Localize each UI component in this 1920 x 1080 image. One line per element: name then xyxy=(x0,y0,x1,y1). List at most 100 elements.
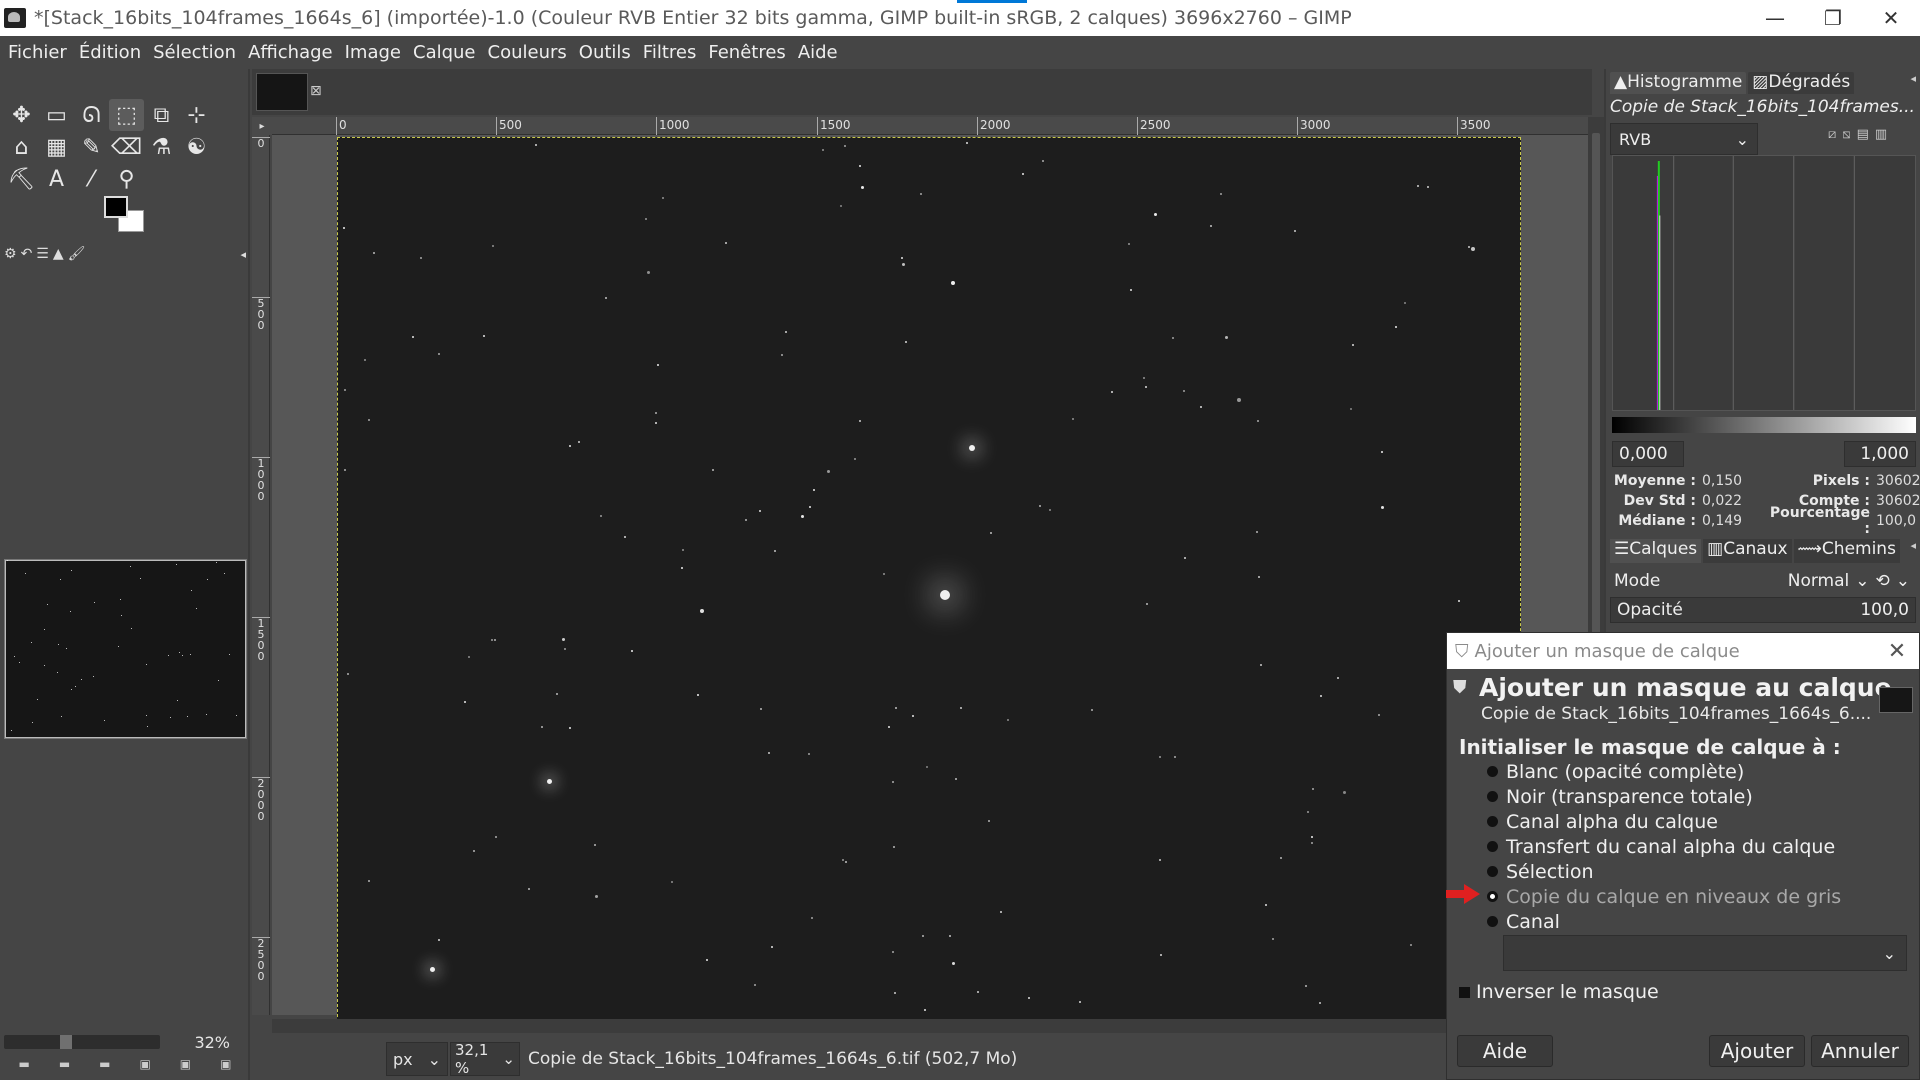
option-selection[interactable]: Sélection xyxy=(1487,859,1907,884)
range-min-input[interactable]: 0,000 xyxy=(1612,441,1684,467)
option-transfer-alpha[interactable]: Transfert du canal alpha du calque xyxy=(1487,834,1907,859)
navigation-view-rect[interactable] xyxy=(5,560,246,738)
invert-mask-checkbox[interactable]: Inverser le masque xyxy=(1459,981,1659,1003)
zoom-out-icon[interactable]: ▬ xyxy=(18,1057,29,1071)
transform-tool-icon[interactable]: ⊹ xyxy=(179,99,214,131)
option-white[interactable]: Blanc (opacité complète) xyxy=(1487,759,1907,784)
radio-button[interactable] xyxy=(1487,866,1498,877)
fg-bg-colors[interactable] xyxy=(104,196,146,236)
dock-config-icon[interactable]: ◂ xyxy=(240,248,246,261)
log-scale-icon[interactable]: ⧅ xyxy=(1842,127,1850,142)
brushes-tab-icon[interactable]: 🖌 xyxy=(68,246,86,262)
images-tab-icon[interactable]: ☰ xyxy=(36,246,49,262)
option-black[interactable]: Noir (transparence totale) xyxy=(1487,784,1907,809)
menu-outils[interactable]: Outils xyxy=(573,42,637,63)
add-button[interactable]: Ajouter xyxy=(1709,1035,1805,1067)
mode-select[interactable]: Normal ⌄ ⟲ ⌄ xyxy=(1788,571,1916,591)
rect-select-tool-icon[interactable]: ▭ xyxy=(39,99,74,131)
dialog-close-icon[interactable]: ✕ xyxy=(1875,639,1919,664)
lasso-tool-icon[interactable]: ᘏ xyxy=(74,99,109,131)
help-button[interactable]: Aide xyxy=(1457,1035,1553,1067)
smudge-tool-icon[interactable]: ☯ xyxy=(179,131,214,163)
close-button[interactable]: ✕ xyxy=(1862,0,1920,36)
zoom-slider-thumb[interactable] xyxy=(60,1035,72,1049)
move-tool-icon[interactable]: ✥ xyxy=(4,99,39,131)
star xyxy=(844,145,846,147)
zoom-in-icon[interactable]: ▬ xyxy=(59,1057,70,1071)
paths-tool-icon[interactable]: ⛏ xyxy=(4,163,39,195)
tab-canaux[interactable]: ▥Canaux xyxy=(1703,539,1792,563)
star xyxy=(473,850,475,852)
tab-histogramme[interactable]: ▲Histogramme xyxy=(1610,72,1747,94)
radio-button[interactable] xyxy=(1487,791,1498,802)
histogram-view-icon[interactable]: ▤ xyxy=(1857,127,1869,142)
zoom-select[interactable]: 32,1 % ⌄ xyxy=(450,1041,520,1077)
quick-mask-corner-icon[interactable]: ▸ xyxy=(252,117,272,135)
dock-config-icon[interactable]: ◂ xyxy=(1910,539,1916,563)
unit-select[interactable]: px ⌄ xyxy=(386,1042,448,1076)
radio-button[interactable] xyxy=(1487,816,1498,827)
menu-fichier[interactable]: Fichier xyxy=(2,42,73,63)
menu-affichage[interactable]: Affichage xyxy=(242,42,339,63)
horizontal-scrollbar[interactable] xyxy=(272,1019,1588,1033)
menu-fenetres[interactable]: Fenêtres xyxy=(702,42,791,63)
fuzzy-select-tool-icon[interactable]: ⬚ xyxy=(109,99,144,131)
menu-aide[interactable]: Aide xyxy=(792,42,844,63)
add-layer-mask-dialog: ⛉ Ajouter un masque de calque ✕ ⛊ Ajoute… xyxy=(1446,632,1920,1080)
foreground-color-swatch[interactable] xyxy=(104,196,128,218)
layer-mask-icon: ⛊ xyxy=(1453,677,1467,698)
paintbrush-tool-icon[interactable]: ✎ xyxy=(74,131,109,163)
tab-chemins[interactable]: ⟿Chemins xyxy=(1793,539,1900,563)
dock-config-icon[interactable]: ◂ xyxy=(1910,72,1916,94)
menu-selection[interactable]: Sélection xyxy=(147,42,242,63)
menu-image[interactable]: Image xyxy=(339,42,407,63)
histogram-gradient-bar[interactable] xyxy=(1612,417,1916,433)
option-grayscale-copy[interactable]: Copie du calque en niveaux de gris xyxy=(1487,884,1907,909)
radio-button[interactable] xyxy=(1487,841,1498,852)
crop-tool-icon[interactable]: ⧉ xyxy=(144,99,179,131)
navigation-preview[interactable] xyxy=(4,559,247,739)
channel-select[interactable]: RVB ⌄ xyxy=(1610,123,1758,155)
minimize-button[interactable]: — xyxy=(1746,0,1804,36)
text-tool-icon[interactable]: A xyxy=(39,163,74,195)
image-canvas[interactable] xyxy=(337,137,1521,1022)
histogram-view2-icon[interactable]: ▥ xyxy=(1875,127,1887,142)
cancel-button[interactable]: Annuler xyxy=(1811,1035,1909,1067)
maximize-button[interactable]: ❐ xyxy=(1804,0,1862,36)
tab-calques[interactable]: ☰Calques xyxy=(1610,539,1702,563)
menu-couleurs[interactable]: Couleurs xyxy=(482,42,573,63)
zoom-slider[interactable] xyxy=(4,1035,160,1049)
tool-options-tab-icon[interactable]: ⚙ xyxy=(4,246,17,262)
radio-button[interactable] xyxy=(1487,766,1498,777)
option-channel[interactable]: Canal xyxy=(1487,909,1907,934)
menu-edition[interactable]: Édition xyxy=(73,42,147,63)
image-tab-thumbnail[interactable] xyxy=(256,73,308,111)
range-max-input[interactable]: 1,000 xyxy=(1844,441,1916,467)
shrink-wrap-icon[interactable]: ▣ xyxy=(180,1057,191,1071)
zoom-fit-icon[interactable]: ▣ xyxy=(139,1057,150,1071)
undo-history-tab-icon[interactable]: ↶ xyxy=(21,246,33,262)
gradient-tool-icon[interactable]: ▦ xyxy=(39,131,74,163)
linear-scale-icon[interactable]: ⧄ xyxy=(1828,127,1836,142)
zoom-100-icon[interactable]: ▬ xyxy=(99,1057,110,1071)
menu-filtres[interactable]: Filtres xyxy=(637,42,703,63)
menu-calque[interactable]: Calque xyxy=(407,42,482,63)
clone-tool-icon[interactable]: ⚗ xyxy=(144,131,179,163)
fit-window-icon[interactable]: ▣ xyxy=(220,1057,231,1071)
zoom-tool-icon[interactable]: ⚲ xyxy=(109,163,144,195)
warp-tool-icon[interactable]: ⌂ xyxy=(4,131,39,163)
tab-close-icon[interactable]: ⊠ xyxy=(310,83,322,99)
option-alpha[interactable]: Canal alpha du calque xyxy=(1487,809,1907,834)
color-picker-tool-icon[interactable]: ⁄ xyxy=(74,163,109,195)
radio-button-selected[interactable] xyxy=(1487,891,1498,902)
star xyxy=(191,590,192,591)
tab-degrades[interactable]: ▨Dégradés xyxy=(1748,72,1855,94)
horizontal-ruler: 0 500 1000 1500 2000 2500 3000 3500 xyxy=(272,117,1588,135)
channel-combo[interactable]: ⌄ xyxy=(1503,935,1907,971)
mode-reset-icon[interactable]: ⟲ xyxy=(1876,571,1890,591)
eraser-tool-icon[interactable]: ⌫ xyxy=(109,131,144,163)
checkbox[interactable] xyxy=(1459,986,1470,998)
navigation-tab-icon[interactable]: ▲ xyxy=(53,246,64,262)
radio-button[interactable] xyxy=(1487,916,1498,927)
opacity-field[interactable]: Opacité 100,0 xyxy=(1610,597,1916,623)
